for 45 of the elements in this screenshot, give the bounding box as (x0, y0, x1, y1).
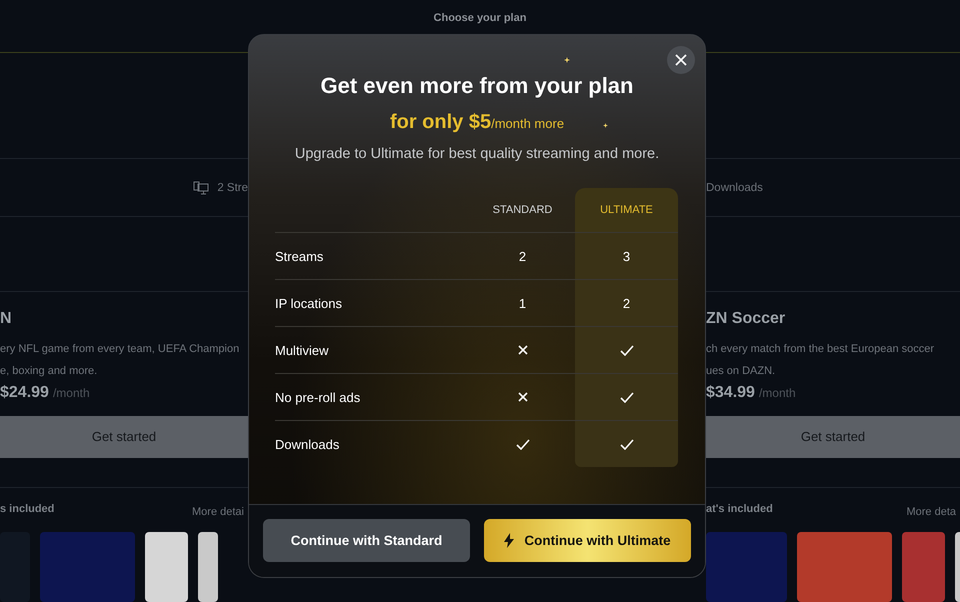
feature-label: Downloads (275, 436, 340, 452)
close-button[interactable] (667, 46, 695, 74)
section-heading: s included (0, 503, 54, 515)
page-heading: Choose your plan (434, 12, 526, 26)
more-details-link[interactable]: More deta (906, 506, 956, 518)
continue-standard-button[interactable]: Continue with Standard (263, 519, 470, 562)
price-period: /month (758, 386, 796, 400)
upgrade-price: for only $5 (390, 111, 492, 133)
column-header: ULTIMATE (575, 188, 678, 232)
feature-label: No pre-roll ads (275, 390, 360, 404)
cell-value: 1 (518, 296, 526, 310)
lightning-icon (504, 533, 514, 548)
feature-label: Multiview (275, 342, 328, 358)
cell-value: 2 (622, 296, 630, 310)
plan-title: ZN Soccer (706, 310, 786, 329)
monitor-icon (193, 180, 210, 195)
column-header: STANDARD (492, 203, 554, 218)
feature-text: 2 Stre (217, 182, 248, 194)
plan-description: ues on DAZN. (706, 364, 776, 379)
plan-description: ch every match from the best European soccer (706, 342, 936, 357)
logo-tile (902, 532, 945, 602)
plan-description: e, boxing and more. (0, 364, 98, 379)
price-period: /month (52, 386, 90, 400)
cell-value: 3 (622, 248, 630, 264)
feature-text: Downloads (706, 182, 763, 194)
section-heading: at's included (706, 503, 773, 515)
get-started-button[interactable]: Get started (0, 416, 248, 458)
price-suffix: /month more (491, 116, 564, 131)
plan-title: N (0, 310, 13, 329)
sparkle-icon (603, 123, 608, 128)
plan-price: $24.99 (0, 384, 49, 402)
logo-tile (198, 532, 218, 602)
sparkle-icon (564, 57, 570, 63)
feature-label: Streams (275, 248, 324, 264)
continue-ultimate-button[interactable]: Continue with Ultimate (484, 519, 691, 562)
close-icon (675, 54, 687, 66)
dialog-subtitle: Upgrade to Ultimate for best quality streaming and more. (294, 146, 660, 162)
cell-value: 2 (518, 248, 526, 264)
feature-label: IP locations (275, 296, 342, 310)
plan-description: ery NFL game from every team, UEFA Champion (0, 342, 240, 357)
logo-tile (145, 532, 188, 602)
dialog-title: Get even more from your plan (320, 73, 634, 99)
more-details-link[interactable]: More detai (192, 506, 244, 518)
plan-price: $34.99 (706, 384, 755, 402)
get-started-button[interactable]: Get started (706, 416, 960, 458)
